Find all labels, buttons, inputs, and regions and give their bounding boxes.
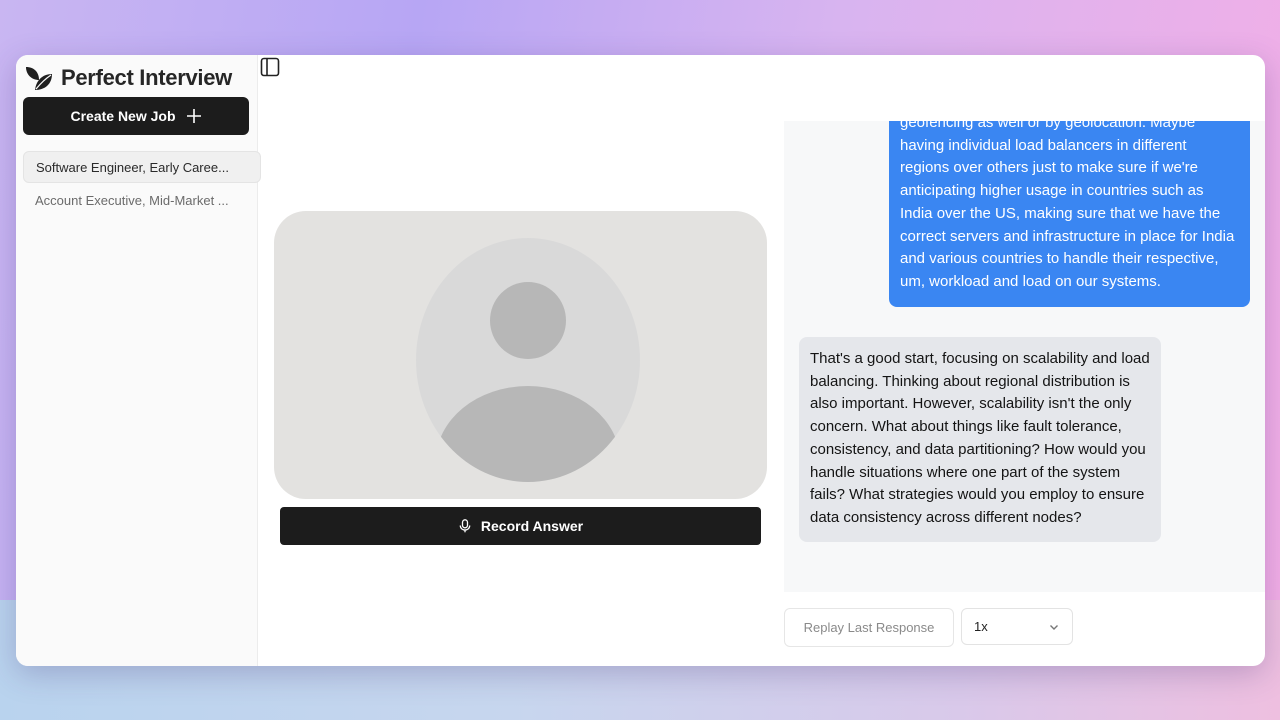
user-avatar-icon xyxy=(416,238,640,482)
playback-speed-select[interactable]: 1x xyxy=(961,608,1073,645)
user-message-bubble: geofencing as well or by geolocation. Ma… xyxy=(889,121,1250,307)
sidebar: Perfect Interview Create New Job Softwar… xyxy=(16,55,261,666)
sidebar-item-label: Software Engineer, Early Caree... xyxy=(36,159,229,175)
sidebar-item-label: Account Executive, Mid-Market ... xyxy=(35,192,229,208)
replay-last-response-button[interactable]: Replay Last Response xyxy=(784,608,954,647)
sidebar-toggle-icon[interactable] xyxy=(259,56,281,78)
record-answer-label: Record Answer xyxy=(480,518,584,534)
create-new-job-label: Create New Job xyxy=(70,108,176,124)
sidebar-item-software-engineer[interactable]: Software Engineer, Early Caree... xyxy=(23,151,261,183)
create-new-job-button[interactable]: Create New Job xyxy=(23,97,249,135)
microphone-icon xyxy=(459,519,471,533)
record-answer-button[interactable]: Record Answer xyxy=(280,507,761,545)
speed-value: 1x xyxy=(974,619,988,634)
brand-name: Perfect Interview xyxy=(61,65,232,90)
sidebar-item-account-executive[interactable]: Account Executive, Mid-Market ... xyxy=(23,185,259,215)
video-preview xyxy=(274,211,767,499)
ai-message-bubble: That's a good start, focusing on scalabi… xyxy=(799,337,1161,542)
chevron-down-icon xyxy=(1050,624,1058,630)
plus-icon xyxy=(186,109,201,123)
replay-label: Replay Last Response xyxy=(803,620,935,635)
leaf-icon xyxy=(26,67,52,90)
brand[interactable]: Perfect Interview xyxy=(24,61,232,95)
chat-panel[interactable]: geofencing as well or by geolocation. Ma… xyxy=(784,121,1265,592)
app-window: Perfect Interview Create New Job Softwar… xyxy=(16,55,1265,666)
